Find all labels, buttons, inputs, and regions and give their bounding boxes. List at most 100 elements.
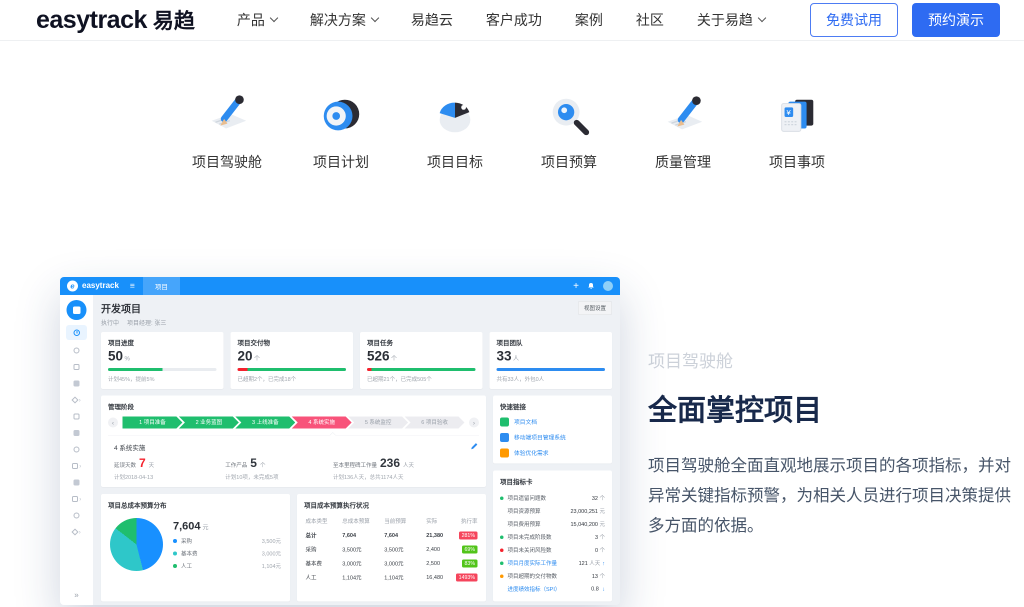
- sidebar-item[interactable]: [74, 408, 80, 425]
- tab-project[interactable]: 项目: [143, 277, 180, 295]
- svg-text:¥: ¥: [786, 108, 791, 117]
- phase-step[interactable]: 5 系统监控: [348, 417, 408, 429]
- rate-badge: 281%: [459, 532, 477, 540]
- table-row: 基本费3,000元3,000元2,500 83%: [304, 557, 479, 571]
- app-brand: easytrack: [82, 282, 119, 291]
- feature-label: 项目预算: [530, 152, 608, 172]
- indicator-row: 项目未完成阶段数3个: [500, 531, 605, 544]
- view-settings-button[interactable]: 视图设置: [578, 301, 612, 315]
- target-pie-icon: [432, 126, 478, 143]
- sidebar-item[interactable]: [72, 491, 82, 508]
- legend-item: 采购3,500元: [173, 537, 281, 545]
- edit-icon[interactable]: [471, 443, 479, 453]
- budget-table-title: 项目成本预算执行状况: [304, 500, 479, 510]
- nav-item-about[interactable]: 关于易趋: [697, 10, 765, 30]
- metric-caption: 计划45%，提前5%: [108, 375, 217, 383]
- nav-item-customer-success[interactable]: 客户成功: [486, 10, 542, 30]
- rate-badge: 83%: [462, 560, 478, 568]
- nav-menu: 产品 解决方案 易趋云 客户成功 案例 社区 关于易趋: [237, 10, 765, 30]
- metric-card-team[interactable]: 项目团队 33人 共有33人，外包0人: [490, 332, 613, 389]
- phase-prev-button[interactable]: ‹: [108, 418, 118, 428]
- app-logo-icon[interactable]: e: [67, 281, 78, 292]
- phase-step-current[interactable]: 4 系统实施: [292, 417, 352, 429]
- feature-label: 项目目标: [416, 152, 494, 172]
- product-screenshot: e easytrack ≡ 项目 +: [60, 277, 620, 605]
- metric-value: 526个: [367, 349, 476, 365]
- sidebar-item[interactable]: [72, 458, 82, 475]
- quick-link-docs[interactable]: 项目文档: [500, 418, 605, 427]
- metric-value: 50%: [108, 349, 217, 365]
- metric-caption: 已超期2个，已完成18个: [238, 375, 347, 383]
- nav-item-community[interactable]: 社区: [636, 10, 664, 30]
- table-row: 采购3,500元3,500元2,400 69%: [304, 543, 479, 557]
- top-nav: easytrack 易趋 产品 解决方案 易趋云 客户成功 案例 社区 关于易趋…: [0, 0, 1024, 41]
- metric-title: 项目团队: [497, 338, 606, 348]
- hamburger-menu-icon[interactable]: ≡: [130, 281, 135, 291]
- page: easytrack 易趋 产品 解决方案 易趋云 客户成功 案例 社区 关于易趋…: [0, 0, 1024, 607]
- sidebar-item[interactable]: [74, 375, 80, 392]
- metric-card-tasks[interactable]: 项目任务 526个 已超期21个，已完成505个: [360, 332, 483, 389]
- metric-card-deliverables[interactable]: 项目交付物 20个 已超期2个，已完成18个: [231, 332, 354, 389]
- feature-project-goal[interactable]: 项目目标: [416, 93, 494, 172]
- sidebar-item[interactable]: [74, 425, 80, 442]
- phase-step[interactable]: 3 上线准备: [235, 417, 295, 429]
- clock-icon: [73, 329, 80, 336]
- feature-project-plan[interactable]: 项目计划: [302, 93, 380, 172]
- metric-caption: 共有33人，外包0人: [497, 375, 606, 383]
- indicator-row: 项目超期的交付物数13个: [500, 570, 605, 583]
- feature-tabs: 项目驾驶舱 项目计划 项目目标 项目预算 质量管理 ¥ 项目事项: [0, 93, 1024, 172]
- sidebar-item[interactable]: [74, 342, 80, 359]
- feature-project-budget[interactable]: 项目预算: [530, 93, 608, 172]
- quick-link-requirement[interactable]: 体验优化需求: [500, 449, 605, 458]
- quick-links-card: 快速链接 项目文档 移动端项目管理系统 体验优化需求: [493, 396, 612, 464]
- sidebar-item[interactable]: [74, 441, 80, 458]
- phase-step[interactable]: 1 项目准备: [123, 417, 183, 429]
- feature-project-matters[interactable]: ¥ 项目事项: [758, 93, 836, 172]
- nav-item-label: 关于易趋: [697, 10, 753, 30]
- status-dot: [500, 509, 504, 513]
- indicator-card: 项目指标卡 项目遗留问题数32个 项目资源预算23,000,251元 项目费用预…: [493, 471, 612, 602]
- logo[interactable]: easytrack 易趋: [36, 5, 195, 35]
- sidebar-item[interactable]: [72, 524, 81, 541]
- page-head: 开发项目 执行中 项目经理: 张三 视图设置: [101, 301, 612, 327]
- phase-stat-workproducts: 工作产品5个 计划10项，未完成5项: [225, 457, 333, 482]
- progress-bar: [238, 368, 347, 371]
- sidebar-item-active[interactable]: [66, 325, 87, 340]
- rate-badge: 69%: [462, 546, 478, 554]
- phase-next-button[interactable]: ›: [469, 418, 479, 428]
- book-demo-button[interactable]: 预约演示: [912, 3, 1000, 37]
- app-sidebar: »: [60, 295, 93, 605]
- avatar[interactable]: [603, 281, 613, 291]
- status-dot: [500, 587, 504, 591]
- feature-quality[interactable]: 质量管理: [644, 93, 722, 172]
- app-content: 开发项目 执行中 项目经理: 张三 视图设置 项目进度: [93, 295, 620, 605]
- phase-step[interactable]: 6 项目验收: [405, 417, 465, 429]
- nav-item-products[interactable]: 产品: [237, 10, 277, 30]
- sidebar-item[interactable]: [72, 392, 81, 409]
- sidebar-expand-icon[interactable]: »: [74, 591, 78, 600]
- add-icon[interactable]: +: [573, 280, 579, 292]
- feature-project-dashboard[interactable]: 项目驾驶舱: [188, 93, 266, 172]
- logo-text-en: easytrack: [36, 6, 147, 35]
- metric-title: 项目交付物: [238, 338, 347, 348]
- budget-table-card: 项目成本预算执行状况 成本类型 总成本预算 当前预算: [297, 494, 486, 602]
- nav-item-cases[interactable]: 案例: [575, 10, 603, 30]
- phase-detail: 4 系统实施 延误天数7天 计划2018-04-13: [108, 443, 479, 482]
- matters-books-icon: ¥: [774, 126, 820, 143]
- bell-icon[interactable]: [587, 282, 595, 290]
- metric-card-progress[interactable]: 项目进度 50% 计划45%，提前5%: [101, 332, 224, 389]
- phases-card-title: 管理阶段: [108, 402, 479, 412]
- quick-link-mobile[interactable]: 移动端项目管理系统: [500, 433, 605, 442]
- sidebar-item[interactable]: [74, 474, 80, 491]
- metric-cards: 项目进度 50% 计划45%，提前5% 项目交付物 20个 已超期2个，已完成1…: [101, 332, 612, 389]
- phases-card: 管理阶段 ‹ 1 项目准备 2 业务蓝图 3 上线准备 4 系统实施: [101, 396, 486, 488]
- sidebar-item[interactable]: [74, 359, 80, 376]
- sidebar-logo-icon[interactable]: [67, 300, 87, 320]
- sidebar-item[interactable]: [74, 507, 80, 524]
- nav-item-cloud[interactable]: 易趋云: [411, 10, 453, 30]
- showcase-description: 项目驾驶舱全面直观地展示项目的各项指标，并对异常关键指标预警，为相关人员进行项目…: [648, 451, 1024, 541]
- feature-label: 项目驾驶舱: [188, 152, 266, 172]
- nav-item-solutions[interactable]: 解决方案: [310, 10, 378, 30]
- free-trial-button[interactable]: 免费试用: [810, 3, 898, 37]
- phase-step[interactable]: 2 业务蓝图: [179, 417, 239, 429]
